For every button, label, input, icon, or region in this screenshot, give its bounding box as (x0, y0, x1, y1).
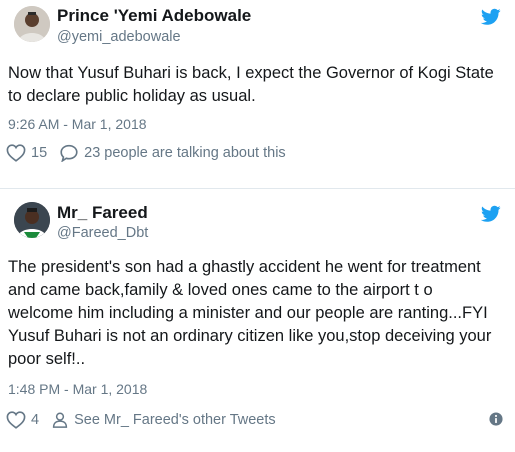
twitter-bird-icon[interactable] (481, 8, 501, 26)
tweet-actions: 4 See Mr_ Fareed's other Tweets (6, 411, 276, 429)
tweet-timestamp[interactable]: 1:48 PM - Mar 1, 2018 (8, 381, 147, 397)
author-name[interactable]: Prince 'Yemi Adebowale (57, 6, 251, 26)
like-count: 4 (31, 412, 40, 428)
avatar[interactable] (14, 202, 50, 238)
person-icon (52, 412, 68, 428)
info-icon[interactable] (489, 412, 503, 426)
tweet-text: Now that Yusuf Buhari is back, I expect … (8, 64, 494, 105)
tweet-card[interactable]: Mr_ Fareed @Fareed_Dbt The president's s… (0, 189, 515, 452)
other-tweets-label: See Mr_ Fareed's other Tweets (74, 412, 276, 428)
twitter-bird-icon[interactable] (481, 205, 501, 223)
tweet-card[interactable]: Prince 'Yemi Adebowale @yemi_adebowale N… (0, 0, 515, 188)
author-handle[interactable]: @yemi_adebowale (57, 29, 181, 45)
author-name[interactable]: Mr_ Fareed (57, 203, 148, 223)
avatar[interactable] (14, 6, 50, 42)
heart-icon (6, 144, 26, 162)
like-count: 15 (31, 145, 48, 161)
tweet-text: The president's son had a ghastly accide… (8, 258, 492, 368)
like-button[interactable]: 15 (6, 144, 47, 162)
other-tweets-link[interactable]: See Mr_ Fareed's other Tweets (51, 411, 276, 429)
author-handle[interactable]: @Fareed_Dbt (57, 225, 148, 241)
like-button[interactable]: 4 (6, 411, 39, 429)
conversation-label: 23 people are talking about this (84, 145, 286, 161)
reply-bubble-icon (60, 144, 78, 162)
tweet-actions: 15 23 people are talking about this (6, 144, 286, 162)
heart-icon (6, 411, 26, 429)
conversation-link[interactable]: 23 people are talking about this (59, 144, 286, 162)
tweet-timestamp[interactable]: 9:26 AM - Mar 1, 2018 (8, 116, 147, 132)
